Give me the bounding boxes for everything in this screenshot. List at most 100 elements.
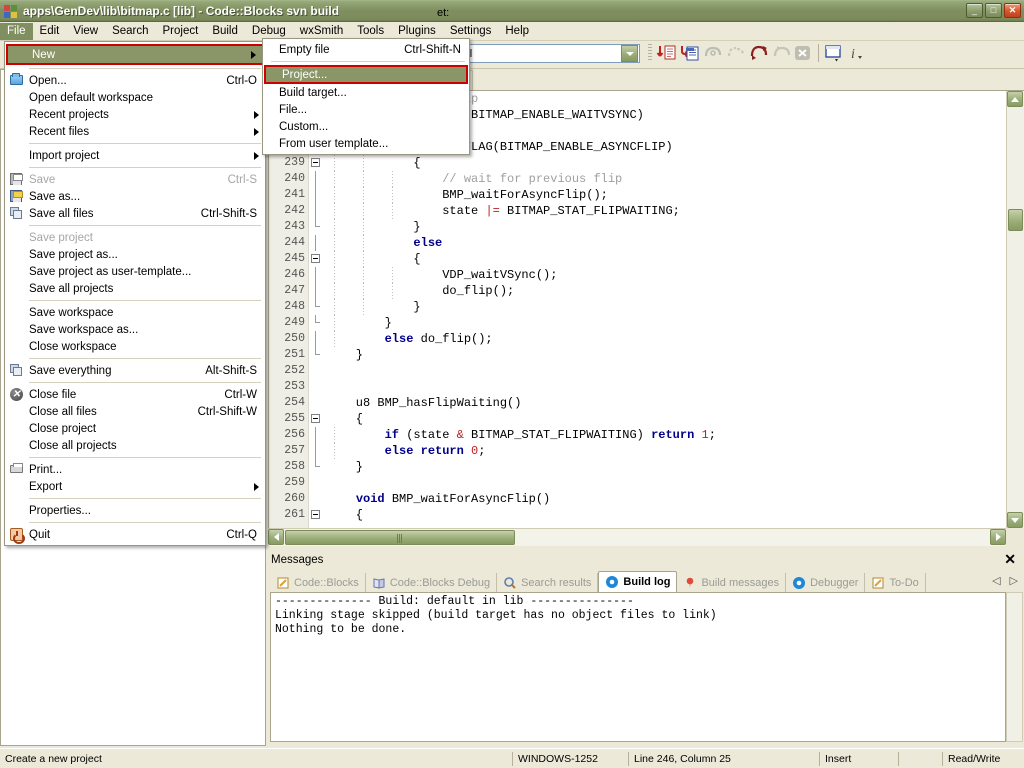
fold-marker[interactable] (310, 379, 323, 395)
menu-item-properties[interactable]: Properties... (5, 502, 265, 519)
messages-tab-debugger[interactable]: Debugger (786, 573, 866, 592)
menu-item-close-all-projects[interactable]: Close all projects (5, 437, 265, 454)
code-line[interactable]: 253 (269, 379, 1006, 395)
code-line[interactable]: 249 } (269, 315, 1006, 331)
editor-horizontal-scrollbar[interactable] (268, 528, 1006, 546)
code-line[interactable]: 244 else (269, 235, 1006, 251)
code-line[interactable]: 241 BMP_waitForAsyncFlip(); (269, 187, 1006, 203)
build-target-combo[interactable]: All (455, 44, 640, 63)
menu-help[interactable]: Help (498, 23, 536, 40)
scroll-left-button[interactable] (268, 529, 284, 545)
code-line[interactable]: 260 void BMP_waitForAsyncFlip() (269, 491, 1006, 507)
new-menu-item-build-target[interactable]: Build target... (263, 84, 469, 101)
stop-icon[interactable] (792, 43, 814, 64)
code-line[interactable]: 254 u8 BMP_hasFlipWaiting() (269, 395, 1006, 411)
menu-build[interactable]: Build (205, 23, 245, 40)
build-and-run-icon[interactable] (725, 43, 747, 64)
messages-close-icon[interactable]: ✕ (1004, 552, 1016, 566)
code-line[interactable]: 243 } (269, 219, 1006, 235)
fold-marker[interactable] (310, 331, 323, 347)
file-menu-popup[interactable]: New Open... Ctrl-O Open default workspace Re… (4, 41, 266, 546)
fold-marker[interactable] (310, 459, 323, 475)
menu-debug[interactable]: Debug (245, 23, 293, 40)
menu-item-print[interactable]: Print... (5, 461, 265, 478)
new-submenu-popup[interactable]: Empty file Ctrl-Shift-N Project... Build ta… (262, 38, 470, 155)
close-button[interactable]: ✕ (1004, 3, 1021, 18)
code-line[interactable]: 255 { (269, 411, 1006, 427)
menu-item-save-everything[interactable]: Save everything Alt-Shift-S (5, 362, 265, 379)
messages-tab-code-blocks[interactable]: Code::Blocks (270, 573, 366, 592)
code-line[interactable]: 245 { (269, 251, 1006, 267)
menu-item-open-default-workspace[interactable]: Open default workspace (5, 89, 265, 106)
menu-item-import-project[interactable]: Import project (5, 147, 265, 164)
fold-marker[interactable] (310, 507, 323, 523)
messages-tab-build-messages[interactable]: Build messages (677, 573, 787, 592)
menu-item-export[interactable]: Export (5, 478, 265, 495)
menu-item-save-workspace[interactable]: Save workspace (5, 304, 265, 321)
code-editor[interactable]: 235 // async flip236 if HAS_FLAG(BITMAP_… (268, 91, 1006, 528)
minimize-button[interactable]: _ (966, 3, 983, 18)
menu-item-recent-projects[interactable]: Recent projects (5, 106, 265, 123)
fold-marker[interactable] (310, 299, 323, 315)
fold-marker[interactable] (310, 347, 323, 363)
horizontal-scroll-thumb[interactable] (285, 530, 515, 545)
messages-tab-search-results[interactable]: Search results (497, 573, 599, 592)
menu-plugins[interactable]: Plugins (391, 23, 443, 40)
menu-item-new[interactable]: New (6, 44, 264, 65)
compile-current-file-icon[interactable] (679, 43, 701, 64)
new-menu-item-file[interactable]: File... (263, 101, 469, 118)
code-line[interactable]: 240 // wait for previous flip (269, 171, 1006, 187)
messages-tab-code-blocks-debug[interactable]: Code::Blocks Debug (366, 573, 498, 592)
new-menu-item-empty-file[interactable]: Empty file Ctrl-Shift-N (263, 41, 469, 58)
fold-marker[interactable] (310, 427, 323, 443)
code-line[interactable]: 251 } (269, 347, 1006, 363)
editor-vertical-scrollbar[interactable] (1006, 91, 1024, 528)
abort-icon[interactable] (771, 43, 793, 64)
scroll-down-button[interactable] (1007, 512, 1023, 528)
new-menu-item-custom[interactable]: Custom... (263, 118, 469, 135)
tab-nav-next-icon[interactable]: ▷ (1010, 574, 1018, 587)
info-icon[interactable]: i (846, 43, 868, 64)
fold-marker[interactable] (310, 235, 323, 251)
new-menu-item-from-user-template[interactable]: From user template... (263, 135, 469, 152)
fold-marker[interactable] (310, 491, 323, 507)
menu-item-save-as[interactable]: Save as... (5, 188, 265, 205)
menu-tools[interactable]: Tools (350, 23, 391, 40)
code-line[interactable]: 259 (269, 475, 1006, 491)
menu-item-save-workspace-as[interactable]: Save workspace as... (5, 321, 265, 338)
menu-view[interactable]: View (66, 23, 105, 40)
menu-item-close-all-files[interactable]: Close all files Ctrl-Shift-W (5, 403, 265, 420)
scroll-right-button[interactable] (990, 529, 1006, 545)
menu-search[interactable]: Search (105, 23, 155, 40)
menu-item-close-file[interactable]: ✕ Close file Ctrl-W (5, 386, 265, 403)
fold-marker[interactable] (310, 251, 323, 267)
fold-marker[interactable] (310, 187, 323, 203)
fold-marker[interactable] (310, 395, 323, 411)
menu-item-quit[interactable]: Quit Ctrl-Q (5, 526, 265, 544)
menu-item-save-all-projects[interactable]: Save all projects (5, 280, 265, 297)
menu-edit[interactable]: Edit (33, 23, 67, 40)
fold-marker[interactable] (310, 443, 323, 459)
chevron-down-icon[interactable] (621, 45, 638, 62)
new-menu-item-project[interactable]: Project... (264, 65, 468, 84)
fold-marker[interactable] (310, 475, 323, 491)
run-icon[interactable] (702, 43, 724, 64)
code-content[interactable]: 235 // async flip236 if HAS_FLAG(BITMAP_… (269, 91, 1006, 523)
code-line[interactable]: 248 } (269, 299, 1006, 315)
rebuild-icon[interactable] (748, 43, 770, 64)
build-log-output[interactable]: -------------- Build: default in lib ---… (270, 592, 1006, 742)
code-line[interactable]: 239 { (269, 155, 1006, 171)
tab-nav-prev-icon[interactable]: ◁ (992, 574, 1000, 587)
menu-item-recent-files[interactable]: Recent files (5, 123, 265, 140)
menu-file[interactable]: File (0, 22, 33, 40)
menu-settings[interactable]: Settings (443, 23, 499, 40)
fold-marker[interactable] (310, 283, 323, 299)
menu-item-close-workspace[interactable]: Close workspace (5, 338, 265, 355)
code-line[interactable]: 257 else return 0; (269, 443, 1006, 459)
fold-marker[interactable] (310, 315, 323, 331)
code-line[interactable]: 246 VDP_waitVSync(); (269, 267, 1006, 283)
scroll-up-button[interactable] (1007, 91, 1023, 107)
messages-tab-build-log[interactable]: Build log (598, 571, 678, 592)
vertical-scroll-thumb[interactable] (1008, 209, 1023, 231)
menu-project[interactable]: Project (156, 23, 206, 40)
